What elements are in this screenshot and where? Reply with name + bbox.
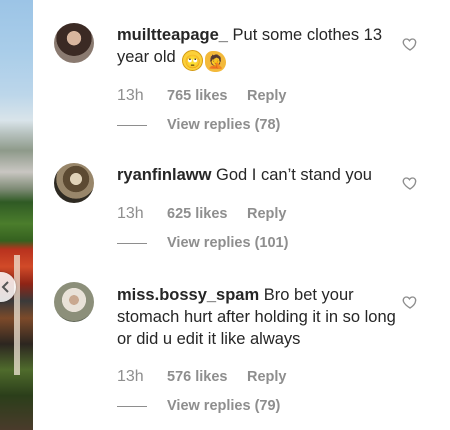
divider-line [117, 242, 147, 244]
like-count[interactable]: 765 likes [167, 88, 247, 104]
heart-outline-icon[interactable] [402, 294, 418, 310]
comment-meta: 13h 576 likes Reply [117, 368, 287, 386]
heart-outline-icon[interactable] [402, 175, 418, 191]
image-detail [14, 255, 20, 375]
reply-button[interactable]: Reply [247, 369, 287, 385]
reply-button[interactable]: Reply [247, 88, 287, 104]
divider-line [117, 124, 147, 126]
comment-body: God I can’t stand you [211, 166, 372, 184]
comment-meta: 13h 765 likes Reply [117, 87, 287, 105]
like-count[interactable]: 576 likes [167, 369, 247, 385]
comment-text: muiltteapage_ Put some clothes 13 year o… [117, 24, 397, 72]
chevron-left-icon [1, 281, 9, 293]
like-count[interactable]: 625 likes [167, 206, 247, 222]
comment-time: 13h [117, 205, 144, 222]
comment-username[interactable]: muiltteapage_ [117, 26, 228, 44]
avatar[interactable] [54, 23, 94, 63]
reply-button[interactable]: Reply [247, 206, 287, 222]
divider-line [117, 405, 147, 407]
comment-meta: 13h 625 likes Reply [117, 205, 287, 223]
view-replies-button[interactable]: View replies (78) [117, 117, 280, 133]
comment-time: 13h [117, 87, 144, 104]
view-replies-button[interactable]: View replies (101) [117, 235, 288, 251]
avatar[interactable] [54, 163, 94, 203]
comment-text: ryanfinlaww God I can’t stand you [117, 164, 397, 186]
post-image-edge [0, 0, 33, 430]
view-replies-label: View replies (79) [167, 398, 281, 414]
view-replies-label: View replies (101) [167, 235, 289, 251]
eye-roll-emoji: 🙄 [182, 50, 204, 71]
view-replies-label: View replies (78) [167, 117, 281, 133]
facepalm-emoji: 🤦 [205, 51, 227, 72]
comment-item: muiltteapage_ Put some clothes 13 year o… [33, 0, 450, 150]
comment-username[interactable]: ryanfinlaww [117, 166, 211, 184]
heart-outline-icon[interactable] [402, 36, 418, 52]
view-replies-button[interactable]: View replies (79) [117, 398, 280, 414]
avatar[interactable] [54, 282, 94, 322]
comment-text: miss.bossy_spam Bro bet your stomach hur… [117, 284, 397, 350]
comment-username[interactable]: miss.bossy_spam [117, 286, 259, 304]
comment-time: 13h [117, 368, 144, 385]
